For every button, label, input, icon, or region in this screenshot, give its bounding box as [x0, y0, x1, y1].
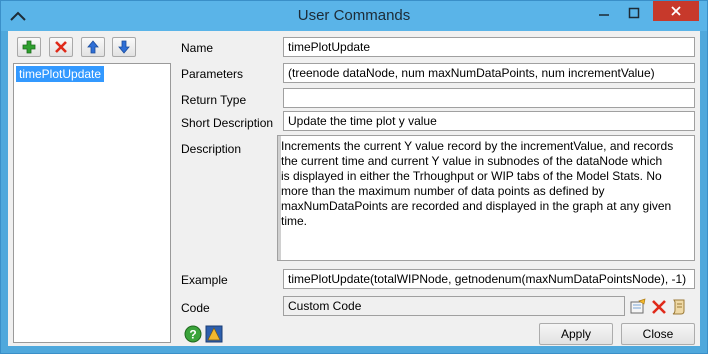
description-text: Increments the current Y value record by… [281, 139, 686, 229]
example-field[interactable]: timePlotUpdate(totalWIPNode, getnodenum(… [283, 269, 695, 289]
return-type-label: Return Type [181, 93, 247, 107]
close-window-button[interactable] [653, 1, 699, 21]
description-line: more than the maximum number of data poi… [281, 184, 605, 198]
short-description-label: Short Description [181, 116, 274, 130]
short-description-field[interactable]: Update the time plot y value [283, 111, 695, 131]
parameters-label: Parameters [181, 67, 244, 81]
return-type-field[interactable] [283, 88, 695, 108]
name-field[interactable]: timePlotUpdate [283, 37, 695, 57]
edit-code-icon[interactable] [629, 298, 647, 316]
maximize-icon [628, 7, 640, 19]
script-template-icon[interactable] [670, 298, 688, 316]
close-icon [671, 6, 681, 16]
description-textarea[interactable]: Increments the current Y value record by… [277, 135, 695, 261]
move-down-button[interactable] [112, 37, 136, 57]
title-bar[interactable]: User Commands [1, 1, 707, 31]
apply-button[interactable]: Apply [539, 323, 613, 345]
flexscript-icon[interactable] [205, 325, 223, 343]
command-list[interactable]: timePlotUpdate [13, 63, 171, 343]
close-button[interactable]: Close [621, 323, 695, 345]
add-command-button[interactable] [17, 37, 41, 57]
description-line: the current time and current Y value in … [281, 154, 663, 168]
code-label: Code [181, 301, 210, 315]
name-label: Name [181, 41, 214, 55]
description-label: Description [181, 142, 242, 156]
description-line: Increments the current Y value record by… [281, 139, 674, 153]
minimize-button[interactable] [591, 3, 617, 23]
arrow-up-icon [87, 40, 99, 54]
description-line: maxNumDataPoints are recorded and displa… [281, 199, 672, 213]
user-commands-window: User Commands timePlotUpdate Name Parame… [0, 0, 708, 354]
minimize-icon [599, 14, 609, 16]
plus-icon [22, 40, 36, 54]
maximize-button[interactable] [621, 3, 647, 23]
help-icon[interactable]: ? [184, 325, 202, 343]
parameters-field[interactable]: (treenode dataNode, num maxNumDataPoints… [283, 63, 695, 83]
remove-command-button[interactable] [49, 37, 73, 57]
description-line: is displayed in either the Trhoughput or… [281, 169, 662, 183]
arrow-down-icon [118, 40, 130, 54]
move-up-button[interactable] [81, 37, 105, 57]
clear-code-icon[interactable] [650, 298, 668, 316]
dialog-body: timePlotUpdate Name Parameters Return Ty… [8, 31, 700, 346]
svg-text:?: ? [189, 328, 196, 342]
code-field[interactable]: Custom Code [283, 296, 625, 316]
description-line: time. [281, 214, 308, 228]
example-label: Example [181, 273, 228, 287]
x-icon [55, 41, 67, 53]
list-item[interactable]: timePlotUpdate [16, 66, 105, 82]
